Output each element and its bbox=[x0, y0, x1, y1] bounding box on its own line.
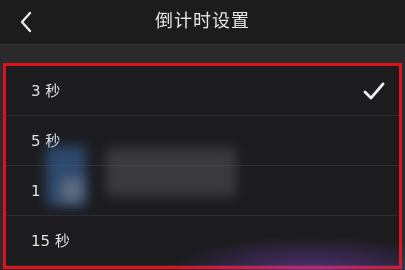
countdown-settings-screen: 倒计时设置 3 秒 5 秒 1 15 秒 bbox=[0, 0, 405, 270]
blur-artifact bbox=[61, 178, 83, 202]
countdown-options-list: 3 秒 5 秒 1 15 秒 bbox=[3, 63, 402, 269]
spacer bbox=[0, 45, 405, 63]
option-label: 15 秒 bbox=[31, 232, 70, 250]
option-row-3s[interactable]: 3 秒 bbox=[6, 66, 399, 116]
option-row-15s[interactable]: 15 秒 bbox=[6, 216, 399, 266]
top-bar: 倒计时设置 bbox=[0, 0, 405, 45]
option-label: 3 秒 bbox=[31, 82, 61, 100]
page-title: 倒计时设置 bbox=[155, 11, 250, 32]
blur-artifact bbox=[106, 148, 236, 196]
checkmark-icon bbox=[363, 82, 385, 100]
option-label: 1 bbox=[31, 182, 41, 200]
